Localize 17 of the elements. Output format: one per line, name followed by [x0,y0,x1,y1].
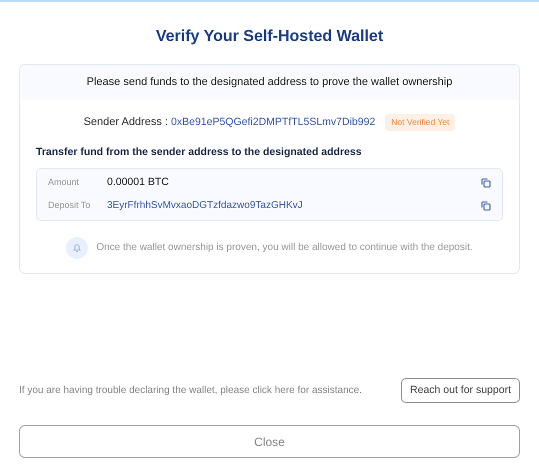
status-badge: Not Verified Yet [385,114,456,131]
support-button[interactable]: Reach out for support [401,378,520,403]
detail-value: 3EyrFfrhhSvMvxaoDGTzfdazwo9TazGHKvJ [107,199,304,213]
copy-icon[interactable] [481,200,491,210]
card-header: Please send funds to the designated address to prove the wallet ownership [86,75,452,90]
sender-label: Sender Address : [84,116,168,128]
detail-label: Amount [48,176,80,189]
section-heading: Transfer fund from the sender address to the designated address [36,144,363,160]
sender-address: 0xBe91eP5QGefi2DMPTfTL5SLmv7Dib992 [171,116,376,128]
help-text: If you are having trouble declaring the wallet, please click here for assistance. [19,384,362,398]
detail-value: 0.00001 BTC [107,174,170,190]
copy-icon[interactable] [481,178,491,188]
close-button[interactable]: Close [19,425,520,458]
dialog-title: Verify Your Self-Hosted Wallet [154,27,384,47]
bell-icon [66,236,88,258]
info-note: Once the wallet ownership is proven, you will be allowed to continue with the deposit. [96,241,473,255]
detail-label: Deposit To [48,198,92,212]
